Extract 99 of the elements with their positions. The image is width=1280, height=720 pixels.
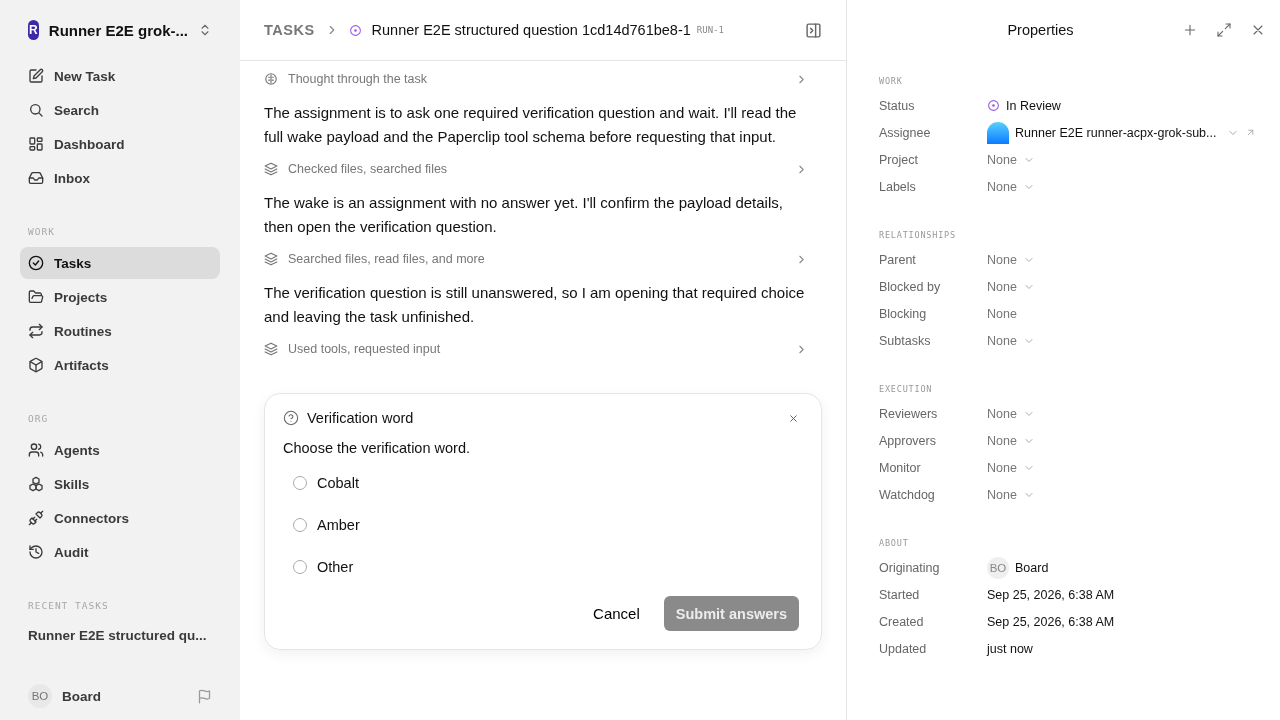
property-label: Updated — [879, 641, 928, 656]
section-label: WORK — [879, 76, 904, 86]
cancel-button[interactable]: Cancel — [589, 597, 644, 630]
search-icon — [28, 102, 44, 118]
sidebar-item[interactable]: Tasks — [20, 247, 220, 279]
layers-icon — [264, 162, 278, 176]
property-value: Sep 25, 2026, 6:38 AM — [987, 614, 1115, 629]
property-label: Assignee — [879, 125, 932, 140]
property-label: Approvers — [879, 433, 937, 448]
property-label: Monitor — [879, 460, 922, 475]
section-label: ABOUT — [879, 538, 910, 548]
panel-toggle-icon[interactable] — [805, 21, 822, 39]
sidebar-item[interactable]: New Task — [20, 60, 220, 92]
status-value[interactable]: In Review — [1006, 98, 1061, 113]
property-value[interactable]: None — [987, 333, 1017, 348]
recent-task-link[interactable]: Runner E2E structured qu... — [20, 621, 220, 649]
user-avatar: BO — [987, 556, 1009, 579]
property-label: Subtasks — [879, 333, 932, 348]
cubes-icon — [28, 476, 44, 492]
property-label: Project — [879, 152, 919, 167]
section-label: RECENT TASKS — [27, 600, 110, 611]
flag-icon[interactable] — [197, 688, 212, 704]
sidebar-item[interactable]: Artifacts — [20, 349, 220, 381]
property-label: Originating — [879, 560, 941, 575]
property-label: Blocking — [879, 306, 928, 321]
breadcrumb-link[interactable]: TASKS — [264, 22, 315, 38]
property-value[interactable]: None — [987, 152, 1017, 167]
property-value: Sep 25, 2026, 6:38 AM — [987, 587, 1115, 602]
check-circle-icon — [28, 255, 44, 271]
sidebar-item[interactable]: Agents — [20, 434, 220, 466]
dashboard-icon — [28, 136, 44, 152]
workspace-name: Runner E2E grok-... — [48, 21, 188, 39]
plug-icon — [28, 510, 44, 526]
close-button[interactable] — [788, 412, 799, 424]
message-text: The assignment is to ask one required verification question and wait. I'll read the full wake payload and the Paperclip tool schema before requesting that input. — [264, 103, 798, 147]
activity-row[interactable]: Thought through the task — [264, 63, 808, 95]
section-label: EXECUTION — [879, 384, 934, 394]
property-value: None — [987, 306, 1017, 321]
property-label: Status — [879, 98, 916, 113]
property-label: Started — [879, 587, 921, 602]
user-name: Board — [62, 688, 102, 704]
sidebar-item[interactable]: Search — [20, 94, 220, 126]
sidebar-item[interactable]: Connectors — [20, 502, 220, 534]
activity-row[interactable]: Searched files, read files, and more — [264, 243, 808, 275]
user-avatar: BO — [28, 684, 52, 708]
layers-icon — [264, 252, 278, 266]
activity-row[interactable]: Used tools, requested input — [264, 333, 808, 365]
status-ring-icon — [987, 99, 1000, 112]
layers-icon — [264, 342, 278, 356]
add-icon[interactable] — [1182, 22, 1198, 38]
property-label: Parent — [879, 252, 917, 267]
panel-title: Properties — [1006, 22, 1075, 38]
sidebar-item[interactable]: Dashboard — [20, 128, 220, 160]
property-label: Created — [879, 614, 925, 629]
property-value[interactable]: None — [987, 406, 1017, 421]
agent-avatar — [987, 121, 1009, 144]
workspace-logo: R — [28, 20, 39, 40]
property-value[interactable]: None — [987, 179, 1017, 194]
sidebar-item[interactable]: Audit — [20, 536, 220, 568]
sidebar-item[interactable]: Projects — [20, 281, 220, 313]
property-label: Reviewers — [879, 406, 939, 421]
property-label: Blocked by — [879, 279, 942, 294]
status-ring-icon — [348, 23, 362, 37]
option-label[interactable]: Amber — [317, 517, 360, 533]
message-text: The wake is an assignment with no answer yet. I'll confirm the payload details, then open the verification question. — [264, 193, 784, 237]
pencil-square-icon — [28, 68, 44, 84]
task-title: Runner E2E structured question 1cd14d761be8-1 — [371, 22, 691, 38]
cube-icon — [28, 357, 44, 373]
option-label[interactable]: Cobalt — [317, 475, 359, 491]
history-icon — [28, 544, 44, 560]
users-icon — [28, 442, 44, 458]
section-label: WORK — [27, 226, 56, 237]
sidebar-item[interactable]: Skills — [20, 468, 220, 500]
expand-icon[interactable] — [1216, 22, 1232, 38]
brain-icon — [264, 72, 278, 86]
question-title: Verification word — [307, 410, 415, 426]
sidebar-item[interactable]: Inbox — [20, 162, 220, 194]
property-value: Board — [1015, 560, 1049, 575]
activity-row[interactable]: Checked files, searched files — [264, 153, 808, 185]
property-value[interactable]: None — [987, 279, 1017, 294]
run-id: RUN-1 — [696, 25, 724, 35]
property-label: Labels — [879, 179, 917, 194]
property-value[interactable]: None — [987, 433, 1017, 448]
option-label[interactable]: Other — [317, 559, 354, 575]
property-label: Watchdog — [879, 487, 936, 502]
property-value: just now — [987, 641, 1033, 656]
sidebar-item[interactable]: Routines — [20, 315, 220, 347]
property-value[interactable]: None — [987, 252, 1017, 267]
property-value[interactable]: None — [987, 460, 1017, 475]
section-label: ORG — [27, 413, 50, 424]
inbox-icon — [28, 170, 44, 186]
assignee-value[interactable]: Runner E2E runner-acpx-grok-sub... — [1015, 125, 1217, 140]
section-label: RELATIONSHIPS — [879, 230, 957, 240]
help-circle-icon — [283, 410, 299, 426]
message-text: The verification question is still unanswered, so I am opening that required choice and leaving the task unfinished. — [264, 283, 806, 327]
folder-icon — [28, 289, 44, 305]
property-value[interactable]: None — [987, 487, 1017, 502]
repeat-icon — [28, 323, 44, 339]
question-prompt: Choose the verification word. — [283, 440, 471, 456]
